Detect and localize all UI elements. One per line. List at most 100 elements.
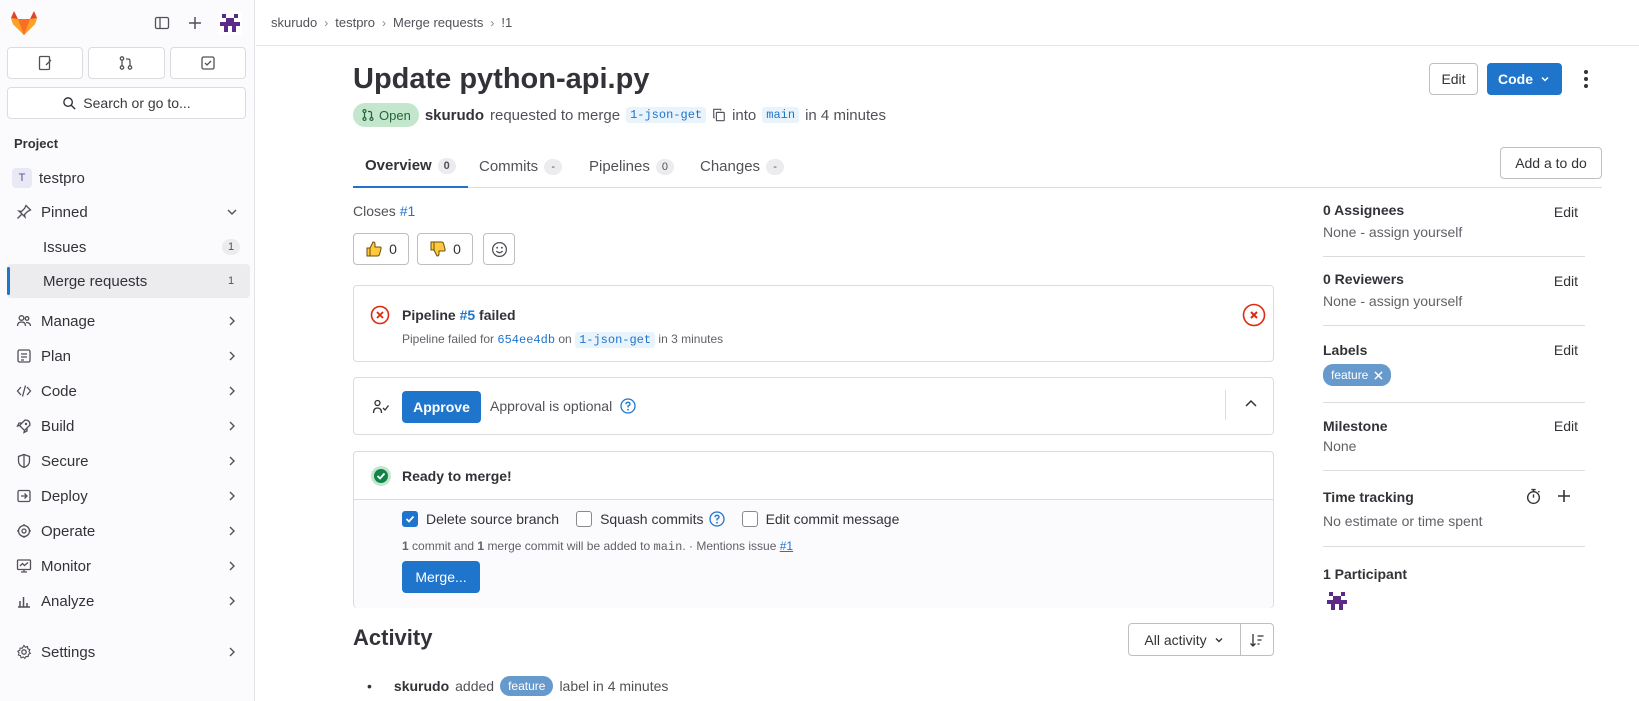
assignees-value[interactable]: None - assign yourself bbox=[1323, 224, 1462, 240]
copy-icon[interactable] bbox=[712, 108, 726, 122]
todo-list-button[interactable] bbox=[169, 47, 246, 79]
tab-overview[interactable]: Overview 0 bbox=[353, 145, 468, 188]
activity-suffix: label in 4 minutes bbox=[559, 678, 669, 694]
chevron-down-icon bbox=[227, 209, 237, 215]
assigned-issues-button[interactable] bbox=[7, 47, 84, 79]
closes-line: Closes #1 bbox=[353, 203, 415, 219]
merge-target-branch: main bbox=[653, 540, 683, 554]
source-branch[interactable]: 1-json-get bbox=[626, 107, 707, 123]
delete-source-branch-label[interactable]: Delete source branch bbox=[426, 511, 559, 527]
sidebar-item-plan[interactable]: Plan bbox=[7, 339, 250, 373]
help-icon[interactable] bbox=[708, 511, 725, 527]
commit-link[interactable]: 654ee4db bbox=[497, 333, 555, 347]
sidebar-project[interactable]: T testpro bbox=[7, 161, 250, 195]
tab-pipelines[interactable]: Pipelines 0 bbox=[589, 145, 674, 188]
sidebar-item-settings[interactable]: Settings bbox=[7, 635, 250, 669]
target-branch[interactable]: main bbox=[762, 107, 800, 123]
breadcrumb-item[interactable]: !1 bbox=[501, 15, 512, 30]
sidebar-item-deploy[interactable]: Deploy bbox=[7, 479, 250, 513]
activity-label[interactable]: feature bbox=[500, 676, 554, 696]
delete-source-branch-checkbox[interactable] bbox=[402, 511, 418, 527]
divider bbox=[1225, 390, 1226, 420]
chevron-right-icon bbox=[229, 456, 235, 466]
sidebar-item-analyze[interactable]: Analyze bbox=[7, 584, 250, 618]
chevron-right-icon bbox=[229, 386, 235, 396]
milestone-edit-button[interactable]: Edit bbox=[1554, 418, 1578, 434]
chevron-down-icon bbox=[1215, 637, 1223, 642]
closes-issue-link[interactable]: #1 bbox=[400, 203, 416, 219]
edit-button[interactable]: Edit bbox=[1429, 63, 1478, 95]
user-avatar[interactable] bbox=[218, 11, 242, 35]
pipeline-time: in 3 minutes bbox=[658, 332, 724, 346]
mentioned-issue-link[interactable]: #1 bbox=[780, 539, 793, 553]
reviewers-edit-button[interactable]: Edit bbox=[1554, 273, 1578, 289]
merge-info-text: . · Mentions issue bbox=[682, 539, 777, 553]
tab-label: Commits bbox=[479, 158, 539, 175]
toggle-sidebar-icon[interactable] bbox=[151, 12, 173, 34]
sort-direction-button[interactable] bbox=[1240, 623, 1274, 656]
pipeline-failed-badge-icon[interactable] bbox=[1242, 303, 1266, 327]
breadcrumb-item[interactable]: skurudo bbox=[271, 15, 317, 30]
search-button[interactable]: Search or go to... bbox=[7, 87, 246, 119]
edit-commit-message-label[interactable]: Edit commit message bbox=[766, 511, 900, 527]
chevron-right-icon bbox=[229, 316, 235, 326]
chevron-up-icon[interactable] bbox=[1243, 396, 1259, 412]
sidebar-item-issues[interactable]: Issues 1 bbox=[7, 230, 250, 264]
tab-commits[interactable]: Commits - bbox=[479, 145, 563, 188]
gitlab-logo-icon[interactable] bbox=[10, 10, 38, 36]
pipeline-branch-link[interactable]: 1-json-get bbox=[575, 332, 656, 348]
approve-button[interactable]: Approve bbox=[402, 391, 481, 423]
labels-title: Labels bbox=[1323, 342, 1368, 358]
operate-icon bbox=[14, 521, 34, 541]
add-reaction-button[interactable] bbox=[483, 233, 515, 265]
more-actions-button[interactable] bbox=[1575, 66, 1597, 92]
help-icon[interactable] bbox=[620, 398, 636, 414]
search-label: Search or go to... bbox=[83, 95, 191, 111]
activity-user[interactable]: skurudo bbox=[394, 678, 449, 694]
label-name: feature bbox=[1331, 368, 1369, 382]
reviewers-value[interactable]: None - assign yourself bbox=[1323, 293, 1462, 309]
sidebar-item-secure[interactable]: Secure bbox=[7, 444, 250, 478]
participant-avatar[interactable] bbox=[1325, 589, 1349, 613]
mr-tabs: Overview 0 Commits - Pipelines 0 Changes… bbox=[353, 145, 1602, 188]
chevron-right-icon bbox=[229, 421, 235, 431]
into-text: into bbox=[732, 106, 757, 124]
labels-edit-button[interactable]: Edit bbox=[1554, 342, 1578, 358]
edit-commit-message-checkbox[interactable] bbox=[741, 511, 758, 527]
thumbs-down-button[interactable]: 0 bbox=[417, 233, 473, 265]
add-time-icon[interactable] bbox=[1556, 488, 1572, 504]
thumbs-up-button[interactable]: 0 bbox=[353, 233, 409, 265]
sidebar-item-build[interactable]: Build bbox=[7, 409, 250, 443]
label-feature[interactable]: feature bbox=[1323, 364, 1392, 386]
sidebar-item-operate[interactable]: Operate bbox=[7, 514, 250, 548]
merge-button[interactable]: Merge... bbox=[402, 561, 480, 593]
merge-requests-button[interactable] bbox=[88, 47, 165, 79]
sidebar-pinned[interactable]: Pinned bbox=[7, 195, 250, 229]
author-link[interactable]: skurudo bbox=[425, 107, 484, 124]
sidebar-item-code[interactable]: Code bbox=[7, 374, 250, 408]
sidebar-item-merge-requests[interactable]: Merge requests 1 bbox=[7, 264, 250, 298]
thumbs-up-count: 0 bbox=[389, 241, 397, 257]
squash-commits-checkbox[interactable] bbox=[576, 511, 593, 527]
approval-text: Approval is optional bbox=[490, 398, 613, 414]
pipeline-subtitle: Pipeline failed for 654ee4db on 1-json-g… bbox=[402, 332, 724, 348]
add-todo-button[interactable]: Add a to do bbox=[1500, 147, 1602, 179]
merge-options: Delete source branch Squash commits Edit… bbox=[354, 500, 1273, 608]
assignees-edit-button[interactable]: Edit bbox=[1554, 204, 1578, 220]
breadcrumb-item[interactable]: testpro bbox=[335, 15, 375, 30]
sidebar-item-label: Issues bbox=[43, 238, 87, 256]
activity-filter-dropdown[interactable]: All activity bbox=[1128, 623, 1241, 656]
stopwatch-icon[interactable] bbox=[1525, 488, 1542, 505]
breadcrumb-item[interactable]: Merge requests bbox=[393, 15, 483, 30]
pipeline-link[interactable]: #5 bbox=[460, 307, 476, 323]
approval-widget: Approve Approval is optional bbox=[353, 377, 1274, 435]
sidebar-item-monitor[interactable]: Monitor bbox=[7, 549, 250, 583]
sidebar-item-manage[interactable]: Manage bbox=[7, 304, 250, 338]
close-icon[interactable] bbox=[1374, 370, 1383, 380]
tab-changes[interactable]: Changes - bbox=[700, 145, 785, 188]
code-dropdown-button[interactable]: Code bbox=[1487, 63, 1562, 95]
squash-commits-label[interactable]: Squash commits bbox=[600, 511, 703, 527]
merge-checkbox-row: Delete source branch Squash commits Edit… bbox=[402, 511, 899, 527]
create-new-icon[interactable] bbox=[184, 12, 206, 34]
chevron-right-icon bbox=[229, 561, 235, 571]
